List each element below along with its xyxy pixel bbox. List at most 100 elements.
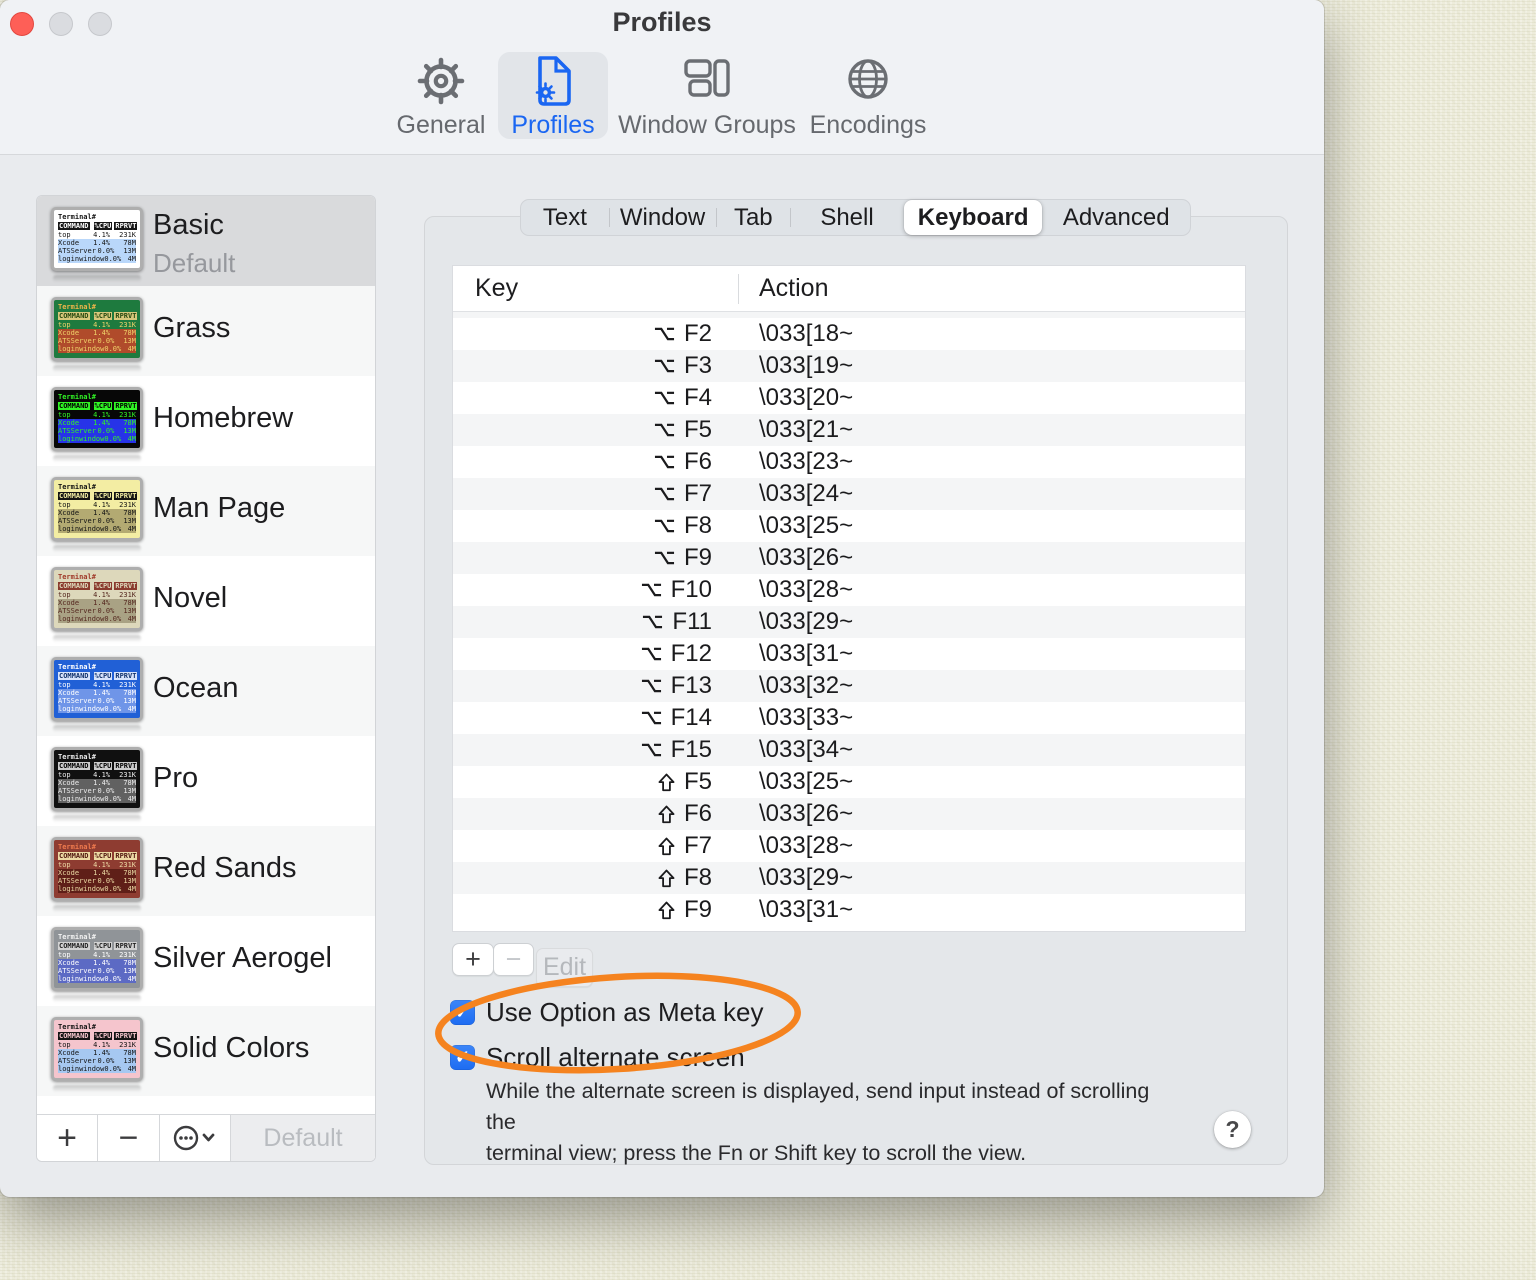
option-key-icon bbox=[641, 646, 662, 662]
profiles-document-icon bbox=[532, 56, 574, 111]
key-cell: F8 bbox=[453, 864, 738, 892]
profile-row-grass[interactable]: Terminal# COMMAND %CPU RPRVT top 4.1% 231K Xcod… bbox=[37, 286, 375, 376]
titlebar: Profiles General Profiles Window Groups … bbox=[0, 0, 1324, 155]
profile-row-novel[interactable]: Terminal# COMMAND %CPU RPRVT top 4.1% 231K Xcod… bbox=[37, 556, 375, 646]
profile-thumbnail-solid: Terminal# COMMAND %CPU RPRVT top 4.1% 231K Xcod… bbox=[51, 1017, 143, 1081]
tab-text[interactable]: Text bbox=[521, 200, 609, 235]
keybinding-row-option-f4[interactable]: F4 \033[20~ bbox=[453, 382, 1245, 414]
keybinding-row-shift-f5[interactable]: F5 \033[25~ bbox=[453, 766, 1245, 798]
keybinding-row-option-f6[interactable]: F6 \033[23~ bbox=[453, 446, 1245, 478]
keybinding-row-shift-f6[interactable]: F6 \033[26~ bbox=[453, 798, 1245, 830]
keybinding-row-option-f13[interactable]: F13 \033[32~ bbox=[453, 670, 1245, 702]
tab-keyboard[interactable]: Keyboard bbox=[903, 200, 1043, 235]
profile-subtitle: Default bbox=[153, 248, 236, 278]
keybinding-row-option-f8[interactable]: F8 \033[25~ bbox=[453, 510, 1245, 542]
option-key-icon bbox=[641, 742, 662, 758]
keybinding-row-shift-f7[interactable]: F7 \033[28~ bbox=[453, 830, 1245, 862]
keybinding-row-option-f14[interactable]: F14 \033[33~ bbox=[453, 702, 1245, 734]
tab-tab[interactable]: Tab bbox=[716, 200, 790, 235]
option-key-icon bbox=[641, 678, 662, 694]
thumbnail-reflection bbox=[53, 1085, 141, 1092]
thumbnail-reflection bbox=[53, 815, 141, 822]
keybinding-row-option-f9[interactable]: F9 \033[26~ bbox=[453, 542, 1245, 574]
profile-row-silver-aerogel[interactable]: Terminal# COMMAND %CPU RPRVT top 4.1% 231K Xcod… bbox=[37, 916, 375, 1006]
toolbar-label-encodings: Encodings bbox=[809, 111, 927, 139]
terminal-preferences-window: Profiles General Profiles Window Groups … bbox=[0, 0, 1324, 1197]
key-cell: F11 bbox=[453, 608, 738, 636]
key-cell: F7 bbox=[453, 832, 738, 860]
key-cell: F6 bbox=[453, 800, 738, 828]
thumbnail-reflection bbox=[53, 635, 141, 642]
key-cell: F10 bbox=[453, 576, 738, 604]
profile-thumbnail-homebrew: Terminal# COMMAND %CPU RPRVT top 4.1% 231K Xcod… bbox=[51, 387, 143, 451]
profile-row-red-sands[interactable]: Terminal# COMMAND %CPU RPRVT top 4.1% 231K Xcod… bbox=[37, 826, 375, 916]
key-cell: F2 bbox=[453, 320, 738, 348]
thumbnail-reflection bbox=[53, 365, 141, 372]
key-cell: F6 bbox=[453, 448, 738, 476]
option-key-icon bbox=[654, 518, 675, 534]
keybinding-row-shift-f8[interactable]: F8 \033[29~ bbox=[453, 862, 1245, 894]
remove-profile-button[interactable]: − bbox=[98, 1115, 160, 1161]
keybinding-row-option-f15[interactable]: F15 \033[34~ bbox=[453, 734, 1245, 766]
alternate-screen-help-text: While the alternate screen is displayed,… bbox=[486, 1079, 1150, 1165]
tab-window[interactable]: Window bbox=[608, 200, 717, 235]
keybinding-row-shift-f9[interactable]: F9 \033[31~ bbox=[453, 894, 1245, 926]
key-cell: F7 bbox=[453, 480, 738, 508]
profile-row-ocean[interactable]: Terminal# COMMAND %CPU RPRVT top 4.1% 231K Xcod… bbox=[37, 646, 375, 736]
option-key-icon bbox=[654, 422, 675, 438]
profile-row-man-page[interactable]: Terminal# COMMAND %CPU RPRVT top 4.1% 231K Xcod… bbox=[37, 466, 375, 556]
action-cell: \033[19~ bbox=[759, 352, 854, 379]
window-title: Profiles bbox=[612, 7, 712, 37]
add-profile-button[interactable]: + bbox=[37, 1115, 98, 1161]
desktop: Profiles General Profiles Window Groups … bbox=[0, 0, 1536, 1280]
profile-thumbnail-silver: Terminal# COMMAND %CPU RPRVT top 4.1% 231K Xcod… bbox=[51, 927, 143, 991]
action-cell: \033[32~ bbox=[759, 672, 854, 699]
help-button[interactable]: ? bbox=[1214, 1111, 1251, 1148]
keybinding-row-option-f5[interactable]: F5 \033[21~ bbox=[453, 414, 1245, 446]
profile-row-basic[interactable]: Terminal# COMMAND %CPU RPRVT top 4.1% 231K Xcod… bbox=[37, 196, 375, 286]
action-cell: \033[31~ bbox=[759, 896, 854, 923]
key-cell: F15 bbox=[453, 736, 738, 764]
checkbox-row-use-option-as-meta-key[interactable]: ✓ Use Option as Meta key bbox=[450, 997, 763, 1028]
keybinding-row-option-f10[interactable]: F10 \033[28~ bbox=[453, 574, 1245, 606]
profile-row-solid-colors[interactable]: Terminal# COMMAND %CPU RPRVT top 4.1% 231K Xcod… bbox=[37, 1006, 375, 1096]
globe-icon bbox=[845, 56, 891, 107]
profile-row-homebrew[interactable]: Terminal# COMMAND %CPU RPRVT top 4.1% 231K Xcod… bbox=[37, 376, 375, 466]
key-cell: F4 bbox=[453, 384, 738, 412]
remove-binding-button[interactable]: − bbox=[493, 943, 534, 976]
action-cell: \033[20~ bbox=[759, 384, 854, 411]
checkbox-row-scroll-alternate-screen[interactable]: ✓ Scroll alternate screen bbox=[450, 1042, 745, 1073]
action-cell: \033[18~ bbox=[759, 320, 854, 347]
toolbar-item-encodings[interactable]: Encodings bbox=[810, 52, 926, 140]
circle-ellipsis-chevron-icon bbox=[173, 1123, 217, 1153]
action-cell: \033[23~ bbox=[759, 448, 854, 475]
key-cell: F9 bbox=[453, 544, 738, 572]
add-binding-button[interactable]: + bbox=[452, 943, 494, 976]
action-cell: \033[29~ bbox=[759, 864, 854, 891]
tab-advanced[interactable]: Advanced bbox=[1042, 200, 1190, 235]
tab-shell[interactable]: Shell bbox=[790, 200, 904, 235]
profile-thumbnail-basic: Terminal# COMMAND %CPU RPRVT top 4.1% 231K Xcod… bbox=[51, 207, 143, 271]
profile-name: Homebrew bbox=[153, 402, 294, 434]
keybinding-row-option-f3[interactable]: F3 \033[19~ bbox=[453, 350, 1245, 382]
profile-actions-button[interactable] bbox=[160, 1115, 231, 1161]
profile-name: Silver Aerogel bbox=[153, 942, 332, 974]
thumbnail-reflection bbox=[53, 275, 141, 282]
key-cell: F3 bbox=[453, 352, 738, 380]
edit-binding-button[interactable]: Edit bbox=[536, 948, 593, 987]
option-key-icon bbox=[641, 582, 662, 598]
profile-row-pro[interactable]: Terminal# COMMAND %CPU RPRVT top 4.1% 231K Xcod… bbox=[37, 736, 375, 826]
profile-name: Man Page bbox=[153, 492, 286, 524]
keybinding-row-option-f11[interactable]: F11 \033[29~ bbox=[453, 606, 1245, 638]
checkbox-checked[interactable]: ✓ bbox=[450, 1000, 475, 1025]
keybinding-row-option-f7[interactable]: F7 \033[24~ bbox=[453, 478, 1245, 510]
thumbnail-reflection bbox=[53, 905, 141, 912]
keybinding-row-option-f12[interactable]: F12 \033[31~ bbox=[453, 638, 1245, 670]
thumbnail-reflection bbox=[53, 725, 141, 732]
action-cell: \033[25~ bbox=[759, 768, 854, 795]
key-cell: F12 bbox=[453, 640, 738, 668]
keybinding-row-option-f2[interactable]: F2 \033[18~ bbox=[453, 318, 1245, 350]
default-profile-button[interactable]: Default bbox=[231, 1115, 375, 1161]
checkbox-checked[interactable]: ✓ bbox=[450, 1045, 475, 1070]
settings-tab-bar: Text Window Tab Shell Keyboard Advanced bbox=[520, 199, 1191, 236]
